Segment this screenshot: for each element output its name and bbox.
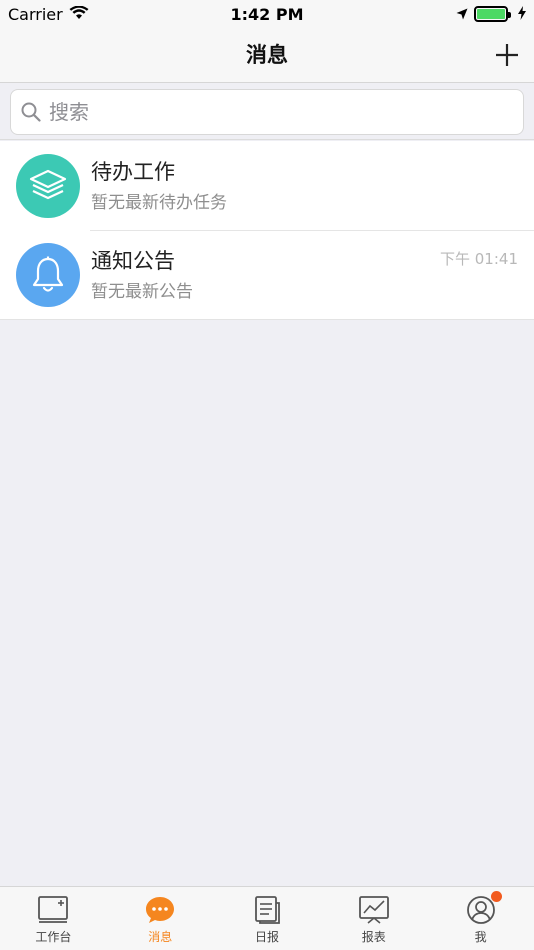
page-title: 消息 [246,43,288,67]
notification-badge-dot [491,891,503,902]
daily-report-icon [255,896,280,924]
tab-label: 工作台 [35,930,72,944]
plus-icon [496,44,518,66]
search-icon [21,102,41,122]
status-left: Carrier [8,5,89,24]
tab-messages[interactable]: 消息 [107,887,214,950]
tab-reports[interactable]: 报表 [320,887,427,950]
tab-me[interactable]: 我 [427,887,534,950]
tab-label: 消息 [148,930,173,944]
tab-workbench[interactable]: 工作台 [0,887,107,950]
notice-avatar [16,242,80,307]
chart-report-icon [358,896,389,924]
message-icon [146,897,175,923]
carrier-label: Carrier [8,4,63,24]
wifi-icon [69,5,89,24]
notice-time: 下午 01:41 [440,250,518,268]
search-bar [0,83,534,140]
search-input[interactable] [49,100,523,124]
todo-avatar [16,153,80,218]
bell-icon [32,256,64,292]
tab-label: 报表 [361,930,386,944]
message-list: 待办工作 暂无最新待办任务 通知公告 暂无最新公告 下午 01:41 [0,141,534,320]
charging-bolt-icon [518,5,526,24]
todo-subtitle: 暂无最新待办任务 [91,192,227,213]
nav-bar: 消息 [0,28,534,83]
search-box[interactable] [10,89,524,135]
status-bar: Carrier 1:42 PM [0,0,534,28]
notice-subtitle: 暂无最新公告 [91,281,193,302]
tab-daily-report[interactable]: 日报 [214,887,321,950]
status-right [456,5,526,24]
battery-icon [474,6,511,22]
todo-title: 待办工作 [91,159,175,184]
location-arrow-icon [456,5,468,24]
todo-text: 待办工作 暂无最新待办任务 [91,158,534,214]
add-button[interactable] [492,40,522,70]
battery-fill [477,9,505,19]
tab-label: 日报 [254,930,279,944]
tab-bar: 工作台 消息 日报 报表 我 [0,886,534,950]
workbench-icon [38,896,69,923]
list-item-notice[interactable]: 通知公告 暂无最新公告 下午 01:41 [0,230,534,319]
list-item-todo[interactable]: 待办工作 暂无最新待办任务 [0,141,534,230]
layers-icon [29,169,67,199]
tab-label: 我 [474,930,487,944]
